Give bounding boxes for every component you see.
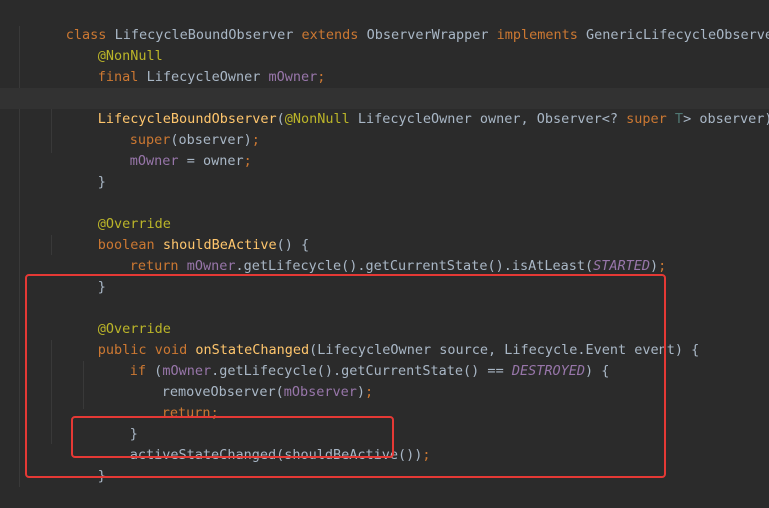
code-line[interactable]: removeObserver(mObserver); [0, 361, 769, 400]
code-line[interactable]: final LifecycleOwner mOwner; [0, 46, 769, 85]
code-line[interactable]: if (mOwner.getLifecycle().getCurrentStat… [0, 340, 769, 379]
code-line[interactable]: } [0, 445, 769, 484]
code-line[interactable]: } [0, 256, 769, 295]
code-line[interactable]: @Override [0, 193, 769, 232]
keyword: final [97, 69, 139, 85]
code-line[interactable]: @NonNull [0, 25, 769, 64]
code-line[interactable]: } [0, 403, 769, 442]
field-name: mOwner [268, 69, 318, 85]
code-line[interactable]: return mOwner.getLifecycle().getCurrentS… [0, 235, 769, 274]
code-line[interactable]: return; [0, 382, 769, 421]
code-line[interactable]: } [0, 151, 769, 190]
code-editor[interactable]: class LifecycleBoundObserver extends Obs… [0, 0, 769, 487]
code-line[interactable]: activeStateChanged(shouldBeActive()); [0, 424, 769, 463]
semicolon: ; [317, 69, 326, 85]
brace: } [97, 174, 106, 190]
code-line[interactable]: public void onStateChanged(LifecycleOwne… [0, 319, 769, 358]
code-line[interactable]: class LifecycleBoundObserver extends Obs… [0, 4, 769, 43]
code-line[interactable]: boolean shouldBeActive() { [0, 214, 769, 253]
code-line[interactable]: mOwner = owner; [0, 130, 769, 169]
code-line[interactable]: @Override [0, 298, 769, 337]
brace: } [97, 468, 106, 484]
code-line-current[interactable]: LifecycleBoundObserver(@NonNull Lifecycl… [0, 88, 769, 127]
type-name: LifecycleOwner [146, 69, 261, 85]
code-line[interactable]: super(observer); [0, 109, 769, 148]
brace: } [97, 279, 106, 295]
